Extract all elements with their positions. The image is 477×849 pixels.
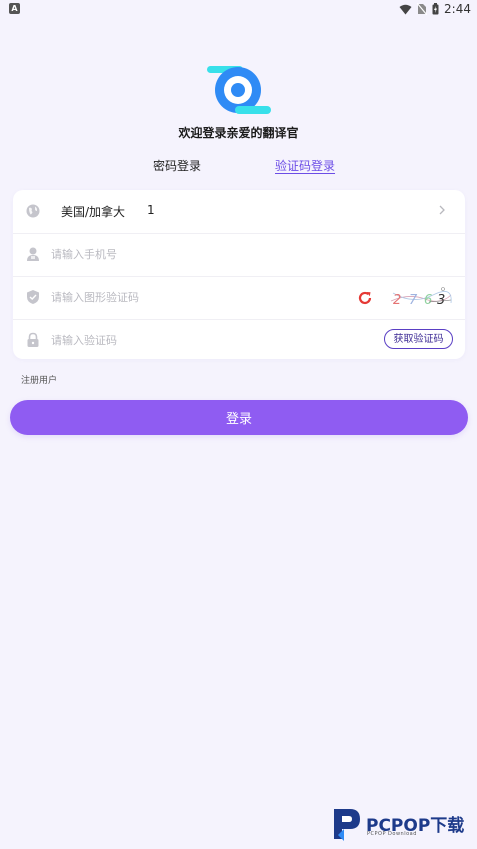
captcha-input[interactable] xyxy=(51,288,331,306)
watermark-sub: PCPOP Download xyxy=(367,831,417,837)
chevron-right-icon xyxy=(439,205,445,215)
get-code-button[interactable]: 获取验证码 xyxy=(384,329,453,349)
login-tabs: 密码登录 验证码登录 xyxy=(0,157,477,177)
pcpop-logo-icon xyxy=(334,809,360,841)
wifi-icon xyxy=(399,4,412,14)
status-time: 2:44 xyxy=(444,2,471,16)
no-sim-icon xyxy=(417,3,428,15)
status-icons: 2:44 xyxy=(399,2,471,16)
country-code: 1 xyxy=(147,203,155,217)
country-name: 美国/加拿大 xyxy=(61,205,126,219)
phone-input[interactable] xyxy=(51,245,331,263)
watermark: PCPOP下载 PCPOP Download xyxy=(330,805,475,845)
code-input[interactable] xyxy=(51,331,331,349)
login-button[interactable]: 登录 xyxy=(10,400,468,435)
refresh-icon[interactable] xyxy=(356,289,374,307)
svg-text:6: 6 xyxy=(424,293,432,308)
tab-verification-login[interactable]: 验证码登录 xyxy=(275,157,335,174)
shield-icon xyxy=(27,290,39,304)
register-link[interactable]: 注册用户 xyxy=(21,373,57,386)
code-row: 获取验证码 xyxy=(13,319,465,362)
globe-icon xyxy=(26,204,40,218)
captcha-image[interactable]: 2 7 6 3 xyxy=(389,283,453,311)
login-form-card: 美国/加拿大 1 2 7 6 3 xyxy=(13,190,465,359)
user-icon xyxy=(27,247,39,261)
status-bar: A 2:44 xyxy=(0,0,477,18)
lock-icon xyxy=(27,332,39,347)
country-selector-row[interactable]: 美国/加拿大 1 xyxy=(13,190,465,234)
notification-indicator: A xyxy=(9,3,20,14)
tab-password-login[interactable]: 密码登录 xyxy=(153,157,201,174)
captcha-row: 2 7 6 3 xyxy=(13,276,465,320)
battery-icon xyxy=(432,3,439,15)
svg-text:2: 2 xyxy=(393,293,401,308)
phone-row xyxy=(13,233,465,277)
welcome-title: 欢迎登录亲爱的翻译官 xyxy=(178,126,299,140)
app-logo xyxy=(207,66,271,114)
svg-text:7: 7 xyxy=(409,293,418,308)
